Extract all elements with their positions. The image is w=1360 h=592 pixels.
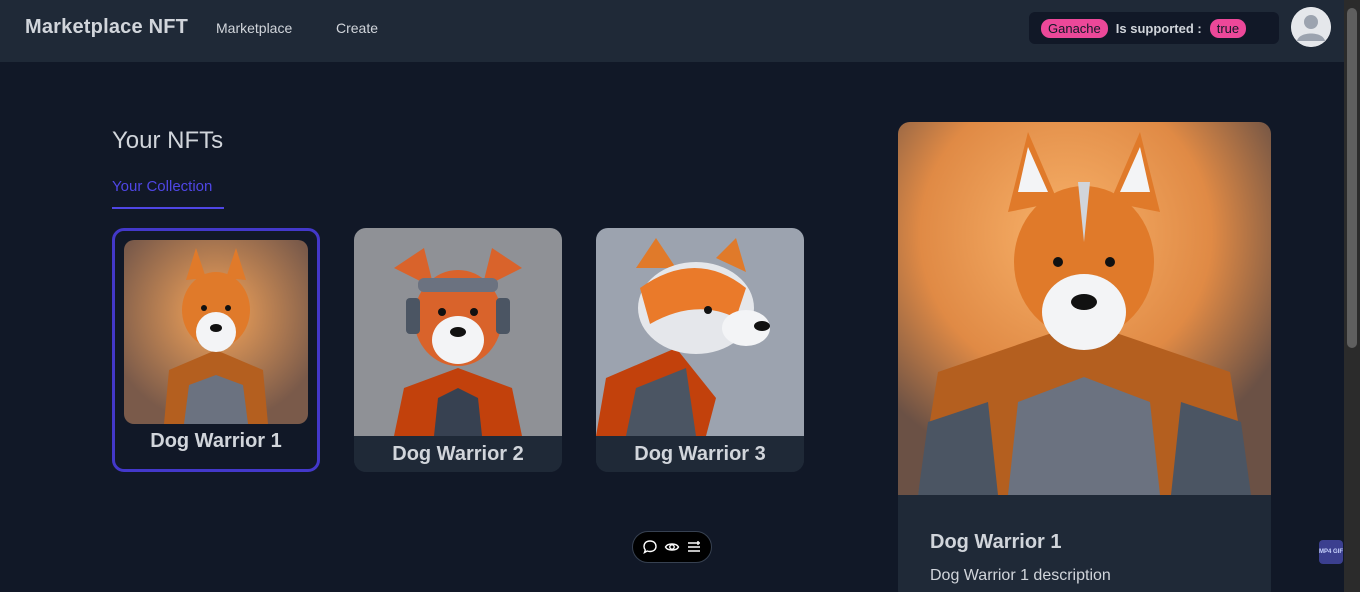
- user-avatar[interactable]: [1291, 7, 1331, 47]
- nft-detail-description: Dog Warrior 1 description: [930, 567, 1111, 584]
- user-icon: [1291, 7, 1331, 47]
- nav-link-create[interactable]: Create: [336, 20, 378, 36]
- nft-card-2[interactable]: Dog Warrior 2: [354, 228, 562, 472]
- mp4-gif-badge[interactable]: MP4 GIF: [1319, 540, 1343, 564]
- chat-icon[interactable]: [642, 539, 658, 555]
- nav-link-marketplace[interactable]: Marketplace: [216, 20, 292, 36]
- nft-card-title: Dog Warrior 3: [596, 436, 804, 472]
- brand-title[interactable]: Marketplace NFT: [25, 16, 188, 39]
- nft-card-1[interactable]: Dog Warrior 1: [112, 228, 320, 472]
- scrollbar[interactable]: [1344, 0, 1360, 592]
- list-icon[interactable]: [686, 539, 702, 555]
- supported-label: Is supported :: [1115, 20, 1202, 36]
- nft-image: [596, 228, 804, 436]
- nft-detail-title: Dog Warrior 1: [930, 531, 1062, 553]
- nft-card-title: Dog Warrior 2: [354, 436, 562, 472]
- network-status: Ganache Is supported : true: [1029, 12, 1279, 44]
- nft-card-title: Dog Warrior 1: [150, 430, 282, 452]
- nft-card-3[interactable]: Dog Warrior 3: [596, 228, 804, 472]
- page-title: Your NFTs: [112, 127, 224, 154]
- scrollbar-thumb[interactable]: [1347, 8, 1357, 348]
- tab-your-collection[interactable]: Your Collection: [112, 178, 224, 209]
- nft-image: [124, 240, 308, 424]
- nft-detail-panel: Dog Warrior 1 Dog Warrior 1 description: [898, 122, 1271, 592]
- eye-icon[interactable]: [664, 539, 680, 555]
- nft-detail-image: [898, 122, 1271, 495]
- nft-image: [354, 228, 562, 436]
- navbar: Marketplace NFT Marketplace Create Ganac…: [0, 0, 1344, 62]
- supported-badge: true: [1209, 18, 1247, 38]
- floating-toolbar: [632, 531, 712, 563]
- network-badge: Ganache: [1041, 18, 1108, 38]
